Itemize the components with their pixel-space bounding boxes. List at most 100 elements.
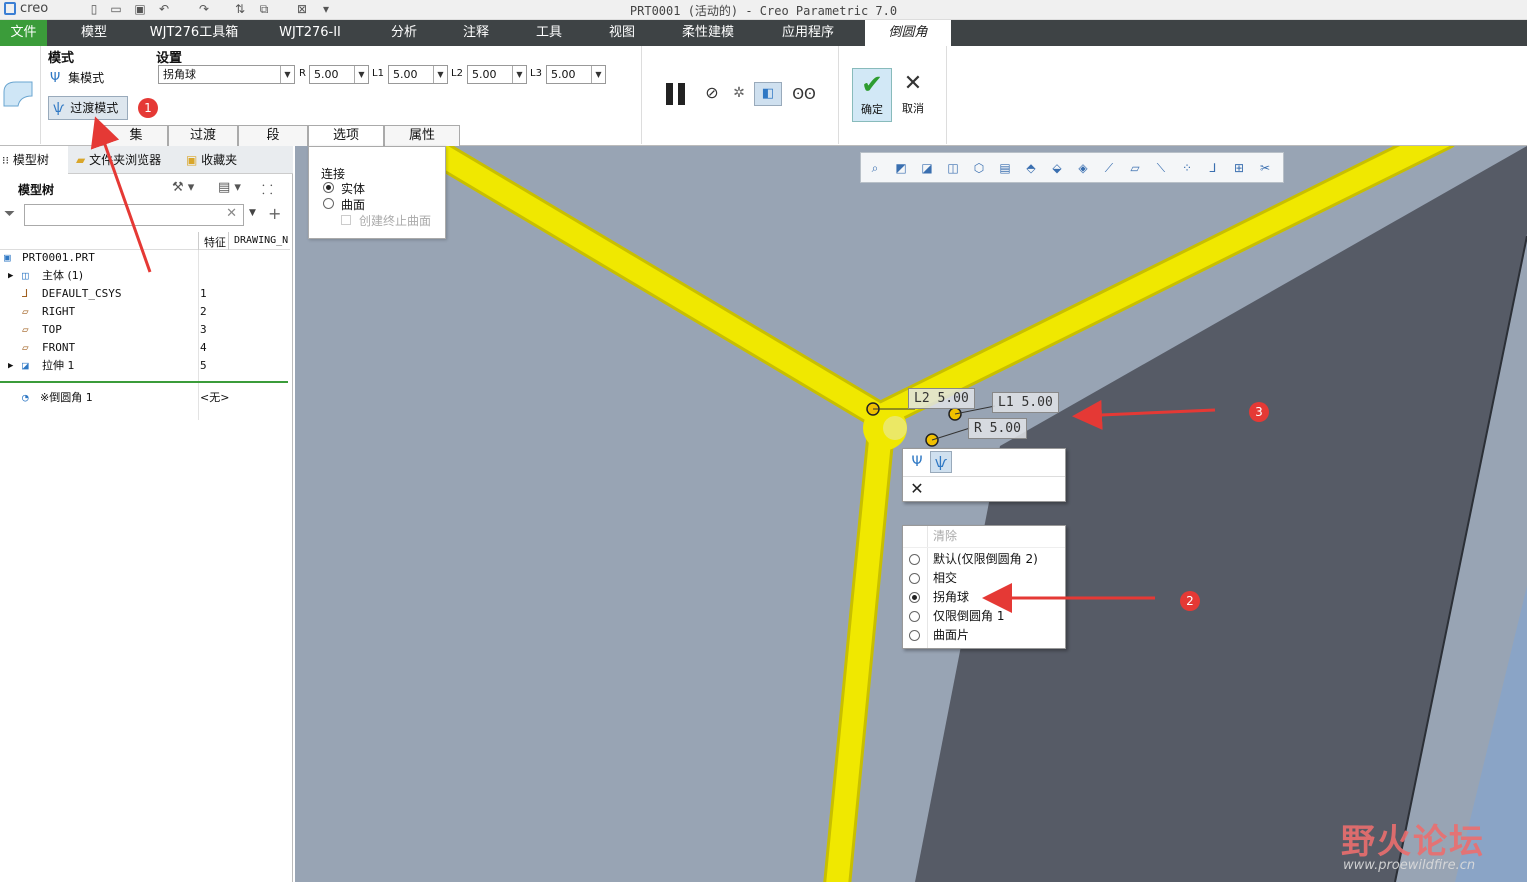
redo-icon[interactable]: ↷ [196,2,212,17]
view-manager-icon[interactable]: ⬘ [1021,158,1041,178]
no-preview-icon[interactable]: ⊘ [703,84,721,102]
tab-favorites[interactable]: ▣ 收藏夹 [186,146,276,174]
col-feature[interactable]: 特征 [204,234,226,250]
glasses-icon[interactable]: ʘʘ [790,84,818,104]
option-surface[interactable]: 曲面 [323,196,433,212]
filter-icon[interactable]: ⏷ [4,206,15,222]
tree-row[interactable]: ▣ PRT0001.PRT [0,249,290,267]
section-icon[interactable]: ◈ [1073,158,1093,178]
dim-label-r[interactable]: R 5.00 [968,418,1027,439]
geometry-preview-icon[interactable]: ◧ [754,82,782,106]
expand-icon[interactable]: ▶ [8,267,13,285]
tab-analysis[interactable]: 分析 [376,20,432,46]
radio-surface[interactable] [323,198,334,209]
tab-wjt276-ii[interactable]: WJT276-II [268,20,352,46]
transition-mode-button[interactable]: ѱ 过渡模式 [48,96,128,120]
tab-round[interactable]: 倒圆角 [865,20,951,46]
col-drawing[interactable]: DRAWING_N [234,235,288,246]
tab-tools[interactable]: 工具 [521,20,577,46]
menu-item-round-only-1[interactable]: 仅限倒圆角 1 [903,607,1065,626]
tree-row[interactable]: ▶ ◫ 主体 (1) [0,267,290,285]
annotation-display-icon[interactable]: ⊞ [1229,158,1249,178]
tab-folder-browser[interactable]: ▰ 文件夹浏览器 [76,146,180,174]
expand-icon[interactable]: ▶ [8,357,13,375]
verify-icon[interactable]: ✲ [729,84,749,102]
display-style-icon[interactable]: ⬡ [969,158,989,178]
tab-view[interactable]: 视图 [594,20,650,46]
tree-row[interactable]: ⅃ DEFAULT_CSYS 1 [0,285,290,303]
clear-icon[interactable]: ✕ [226,206,237,221]
tab-applications[interactable]: 应用程序 [770,20,846,46]
subtab-transitions[interactable]: 过渡 [168,125,238,146]
tree-settings-icon[interactable]: ⚒ ▾ [172,180,212,195]
saved-orientations-icon[interactable]: ▤ [995,158,1015,178]
show-icon[interactable]: ▤ ▾ [218,180,252,195]
open-icon[interactable]: ▭ [108,2,124,17]
tree-row[interactable]: ▱ RIGHT 2 [0,303,290,321]
refit-icon[interactable]: ⌕ [865,158,885,178]
set-mode-button[interactable]: Ψ 集模式 [50,68,124,88]
dim-label-l2[interactable]: L2 5.00 [908,388,975,409]
tree-row[interactable]: ▱ FRONT 4 [0,339,290,357]
zoom-in-icon[interactable]: ◩ [891,158,911,178]
l1-value-input[interactable]: 5.00 ▼ [388,65,448,84]
regenerate-icon[interactable]: ⇅ [232,2,248,17]
menu-item-patch[interactable]: 曲面片 [903,626,1065,645]
subtab-sets[interactable]: 集 [104,125,168,146]
menu-item-intersect[interactable]: 相交 [903,569,1065,588]
subtab-properties[interactable]: 属性 [384,125,460,146]
l3-value-input[interactable]: 5.00 ▼ [546,65,606,84]
customize-icon[interactable]: ▾ [318,2,334,17]
close-window-icon[interactable]: ⊠ [294,2,310,17]
undo-icon[interactable]: ↶ [156,2,172,17]
set-mode-mini-icon[interactable]: Ψ [906,451,928,473]
l2-value-input[interactable]: 5.00 ▼ [467,65,527,84]
tab-file[interactable]: 文件 [0,20,47,46]
dim-label-l1[interactable]: L1 5.00 [992,392,1059,413]
search-input[interactable]: ✕ [24,204,244,226]
csys-display-icon[interactable]: ⅃ [1203,158,1223,178]
point-display-icon[interactable]: ⁘ [1177,158,1197,178]
repaint-icon[interactable]: ◫ [943,158,963,178]
radio-intersect[interactable] [909,573,920,584]
r-value-input[interactable]: 5.00 ▼ [309,65,369,84]
perspective-icon[interactable]: ⬙ [1047,158,1067,178]
ok-button[interactable]: ✔ 确定 [852,68,892,122]
tree-row[interactable]: ▱ TOP 3 [0,321,290,339]
plane-display-icon[interactable]: ▱ [1125,158,1145,178]
insert-indicator[interactable] [0,381,288,383]
add-filter-icon[interactable]: + [268,204,281,223]
spin-center-icon[interactable]: ✂ [1255,158,1275,178]
cancel-button[interactable]: ✕ 取消 [896,68,930,122]
search-dropdown-icon[interactable]: ▼ [249,208,256,218]
window-icon[interactable]: ⧉ [256,2,272,17]
tab-annotate[interactable]: 注释 [448,20,504,46]
tree-row[interactable]: ▶ ◪ 拉伸 1 5 [0,357,290,375]
pause-icon[interactable] [664,83,690,105]
transition-type-select[interactable]: 拐角球 ▼ [158,65,295,84]
zoom-out-icon[interactable]: ◪ [917,158,937,178]
subtab-pieces[interactable]: 段 [238,125,308,146]
subtab-options[interactable]: 选项 [308,125,384,146]
transition-mode-mini-icon[interactable]: ѱ [930,451,952,473]
tab-wjt276-toolbox[interactable]: WJT276工具箱 [142,20,246,46]
new-icon[interactable]: ▯ [86,2,102,17]
radio-solid[interactable] [323,182,334,193]
option-solid[interactable]: 实体 [323,180,433,196]
radio-patch[interactable] [909,630,920,641]
tab-flexible-modeling[interactable]: 柔性建模 [672,20,744,46]
radio-corner-sphere[interactable] [909,592,920,603]
tab-model-tree[interactable]: ⁝⁝ 模型树 [0,146,68,174]
radio-round-only-1[interactable] [909,611,920,622]
tree-filter-icon[interactable]: ⸬ [262,180,284,198]
tab-model[interactable]: 模型 [66,20,122,46]
datum-display-icon[interactable]: ⟋ [1099,158,1119,178]
menu-item-corner-sphere[interactable]: 拐角球 [903,588,1065,607]
tree-row[interactable]: ◔ ※倒圆角 1 <无> [0,389,290,407]
close-icon[interactable]: ✕ [907,478,927,500]
radio-default[interactable] [909,554,920,565]
graphics-viewport[interactable]: ⌕ ◩ ◪ ◫ ⬡ ▤ ⬘ ⬙ ◈ ⟋ ▱ ⟍ ⁘ ⅃ ⊞ ✂ L2 5.00 … [295,146,1527,882]
axis-display-icon[interactable]: ⟍ [1151,158,1171,178]
menu-item-default[interactable]: 默认(仅限倒圆角 2) [903,550,1065,569]
save-icon[interactable]: ▣ [132,2,148,17]
